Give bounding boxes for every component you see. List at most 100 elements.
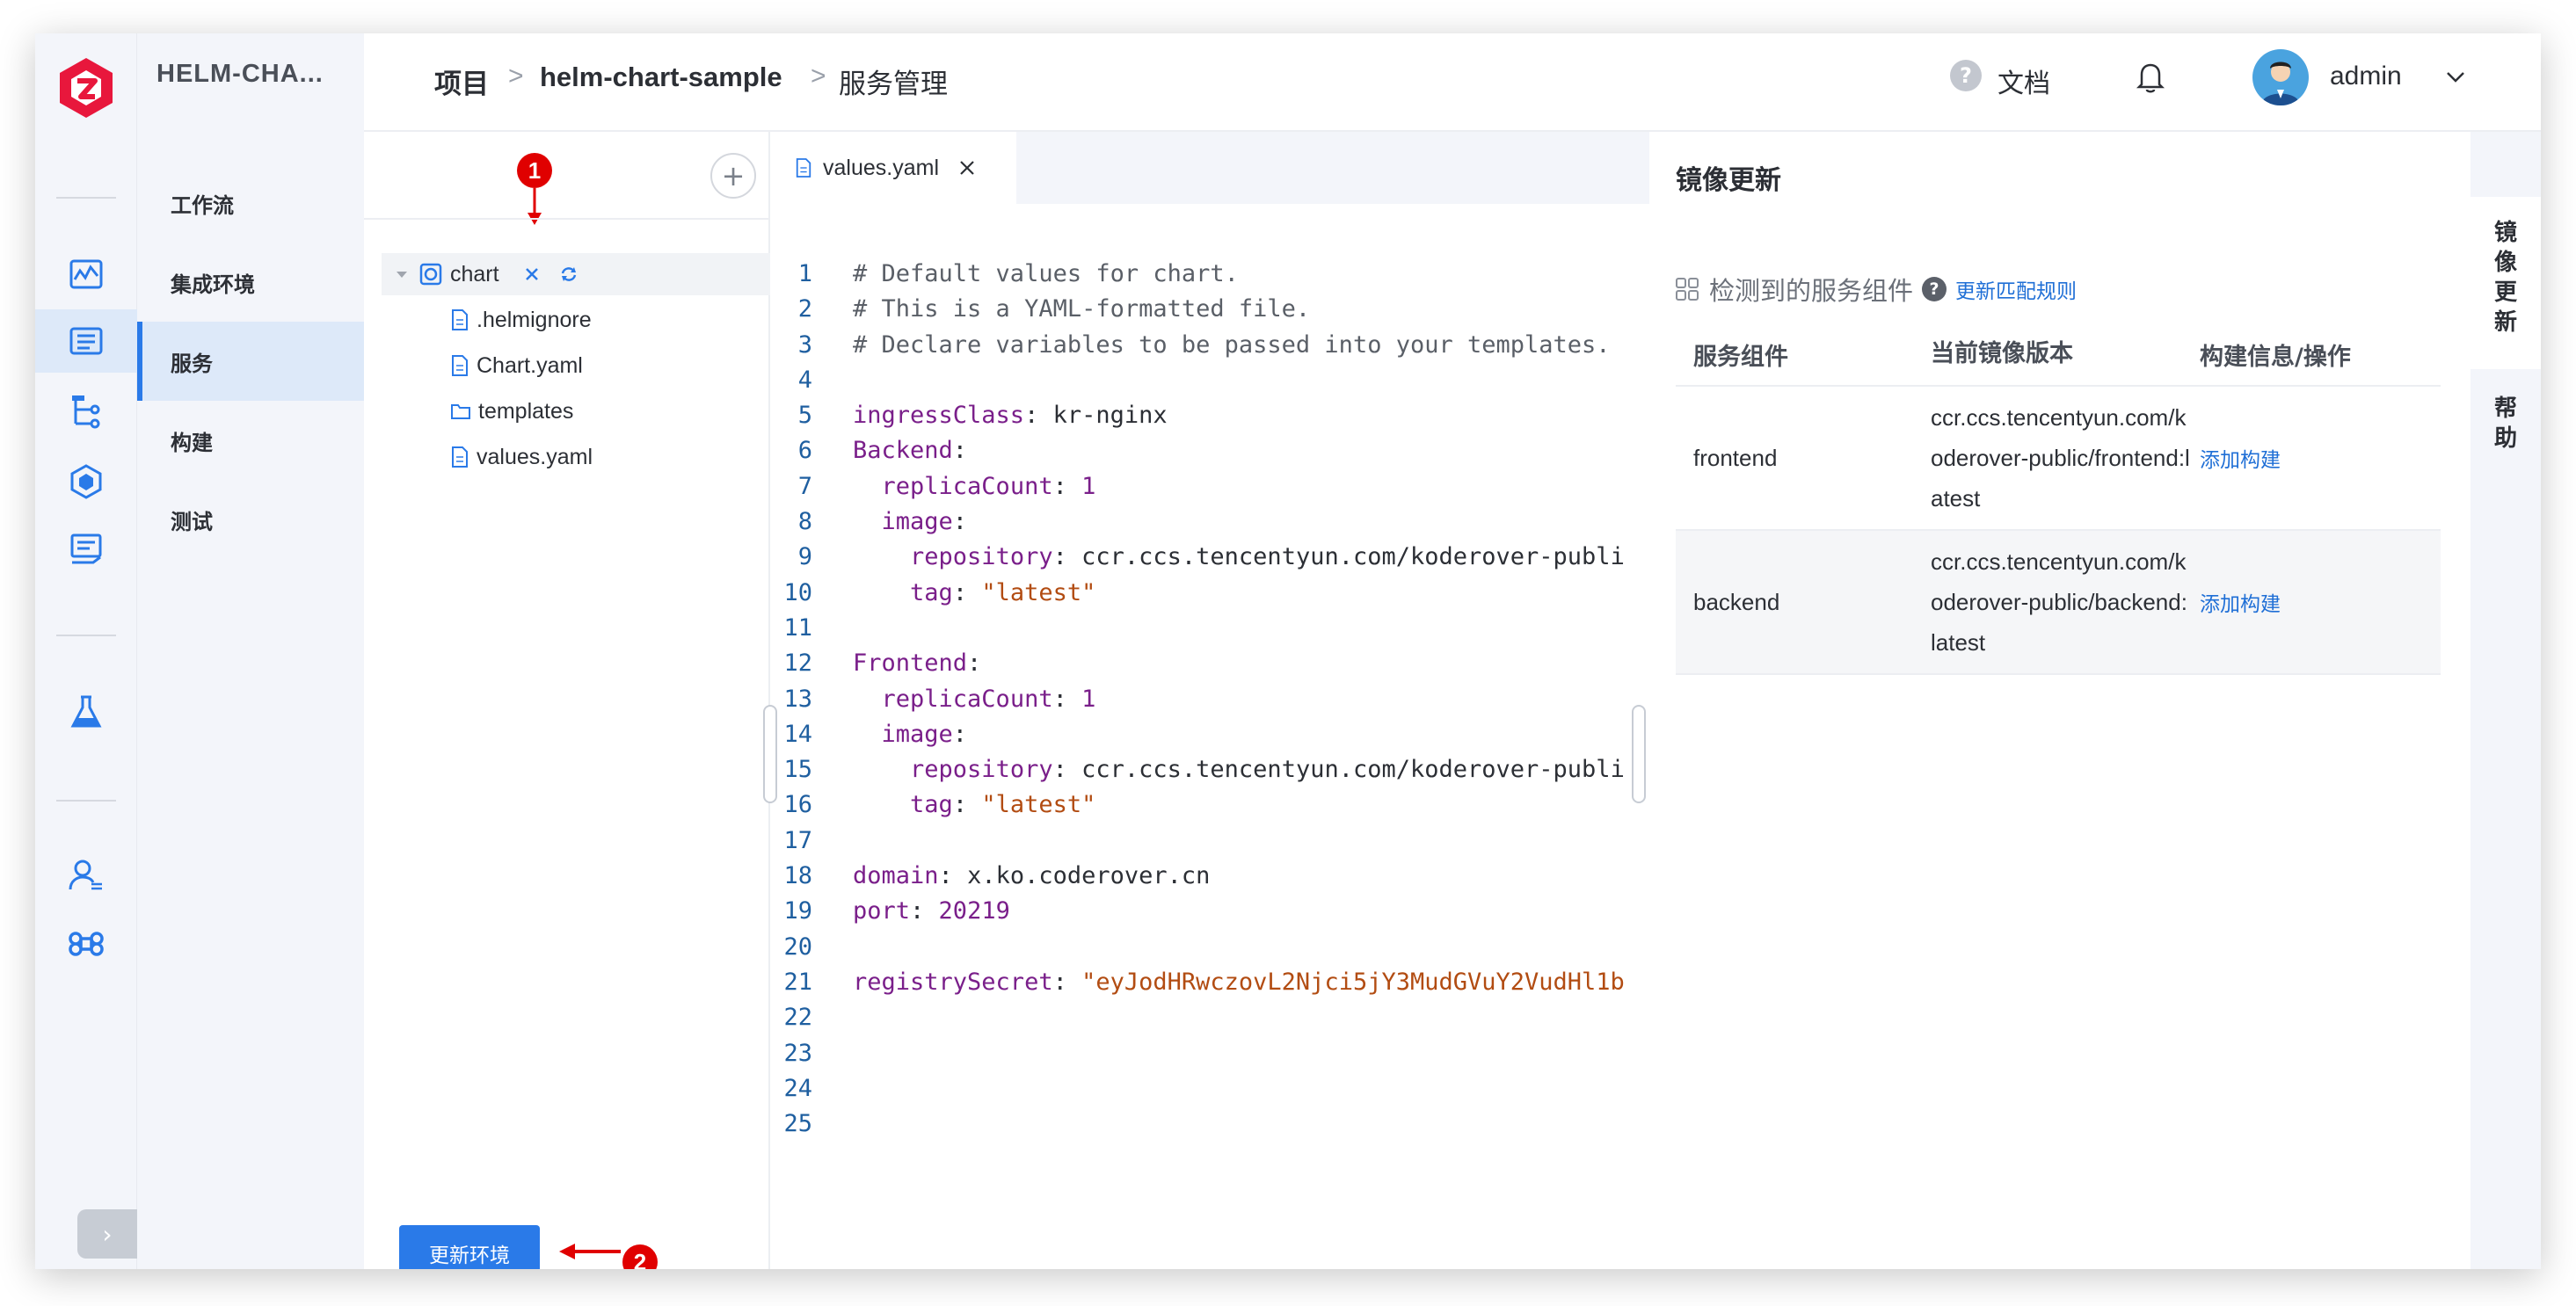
rail-item-delivery[interactable] — [35, 519, 137, 582]
update-rule-link[interactable]: 更新匹配规则 — [1955, 274, 2077, 304]
code-line[interactable]: 19 port: 20219 — [770, 894, 1649, 929]
delivery-icon — [70, 533, 102, 564]
line-number: 14 — [783, 720, 812, 748]
avatar[interactable] — [2252, 49, 2309, 105]
line-content: # Declare variables to be passed into yo… — [853, 330, 1611, 359]
line-content: repository: ccr.ccs.tencentyun.com/koder… — [910, 543, 1625, 571]
line-number: 24 — [783, 1074, 812, 1102]
nav-item-build[interactable]: 构建 — [137, 401, 364, 480]
tree-folder[interactable]: templates — [450, 390, 573, 432]
chevron-down-icon[interactable] — [2442, 63, 2469, 90]
nav-item-services[interactable]: 服务 — [137, 322, 364, 401]
code-line[interactable]: 8 image: — [770, 504, 1649, 540]
nav-item-workflow[interactable]: 工作流 — [137, 163, 364, 243]
refresh-icon[interactable] — [559, 265, 579, 284]
table-row: backend ccr.ccs.tencentyun.com/koderover… — [1676, 531, 2441, 675]
code-line[interactable]: 25 — [770, 1106, 1649, 1142]
tree-root-chart[interactable]: chart — [382, 253, 770, 295]
tab-values-yaml[interactable]: values.yaml — [770, 132, 1016, 204]
code-line[interactable]: 10 tag: "latest" — [770, 576, 1649, 611]
code-line[interactable]: 4 — [770, 363, 1649, 398]
code-line[interactable]: 16 tag: "latest" — [770, 787, 1649, 823]
code-line[interactable]: 5 ingressClass: kr-nginx — [770, 398, 1649, 433]
add-build-link[interactable]: 添加构建 — [2191, 587, 2441, 617]
tree-file[interactable]: .helmignore — [450, 299, 592, 341]
resize-handle-right[interactable] — [1632, 705, 1646, 803]
code-line[interactable]: 17 — [770, 824, 1649, 859]
rail-divider — [56, 197, 116, 199]
file-icon — [452, 446, 468, 468]
nav-item-environments[interactable]: 集成环境 — [137, 243, 364, 322]
code-line[interactable]: 13 replicaCount: 1 — [770, 682, 1649, 717]
code-line[interactable]: 23 — [770, 1036, 1649, 1071]
breadcrumb-projects[interactable]: 项目 — [434, 62, 489, 101]
code-line[interactable]: 11 — [770, 611, 1649, 646]
bell-icon[interactable] — [2131, 58, 2170, 97]
expand-sidebar-button[interactable]: › — [77, 1209, 137, 1259]
code-line[interactable]: 2 # This is a YAML-formatted file. — [770, 292, 1649, 327]
line-content — [826, 1071, 853, 1106]
tab-help[interactable]: 帮助 — [2470, 383, 2541, 480]
code-line[interactable]: 18 domain: x.ko.coderover.cn — [770, 859, 1649, 894]
line-content: registrySecret: "eyJodHRwczovL2Njci5jY3M… — [853, 968, 1625, 996]
line-content: ingressClass: kr-nginx — [853, 402, 1168, 430]
arrow-left-icon — [559, 1244, 621, 1259]
help-icon[interactable]: ? — [1922, 277, 1947, 301]
code-line[interactable]: 15 repository: ccr.ccs.tencentyun.com/ko… — [770, 752, 1649, 787]
add-service-button[interactable]: + — [710, 153, 756, 199]
code-lines[interactable]: 1 # Default values for chart. 2 # This is a… — [770, 257, 1649, 1142]
tree-file[interactable]: values.yaml — [450, 436, 593, 478]
tab-image-update[interactable]: 镜像更新 — [2470, 197, 2541, 369]
code-line[interactable]: 7 replicaCount: 1 — [770, 469, 1649, 504]
logo-icon[interactable] — [51, 53, 121, 123]
line-content — [826, 1106, 853, 1142]
docs-link[interactable]: 文档 — [1997, 62, 2050, 100]
close-icon[interactable] — [522, 265, 542, 284]
rail-item-projects[interactable] — [35, 309, 137, 373]
code-line[interactable]: 6 Backend: — [770, 433, 1649, 468]
rail-item-dashboard[interactable] — [35, 243, 137, 306]
rail-item-tree[interactable] — [35, 380, 137, 443]
rail-item-testing[interactable] — [35, 680, 137, 744]
line-number: 15 — [783, 756, 812, 784]
code-line[interactable]: 21 registrySecret: "eyJodHRwczovL2Njci5jY… — [770, 965, 1649, 1000]
close-icon[interactable] — [957, 157, 978, 178]
side-tab-label: 镜像更新 — [2494, 220, 2518, 336]
line-content: tag: "latest" — [910, 578, 1096, 606]
code-line[interactable]: 20 — [770, 930, 1649, 965]
code-line[interactable]: 9 repository: ccr.ccs.tencentyun.com/kod… — [770, 540, 1649, 575]
nav-item-test[interactable]: 测试 — [137, 480, 364, 559]
file-tree-panel: 1 + chart .helmignore Chart.yaml templat… — [364, 132, 770, 1269]
line-content: image: — [881, 720, 968, 748]
panel-title: 镜像更新 — [1676, 165, 1781, 196]
help-icon[interactable]: ? — [1950, 60, 1982, 91]
column-header: 服务组件 — [1693, 343, 1788, 371]
side-tabs: 镜像更新 帮助 — [2470, 132, 2541, 1269]
username[interactable]: admin — [2330, 62, 2402, 91]
image-version: ccr.ccs.tencentyun.com/koderover-public/… — [1931, 404, 2190, 512]
code-line[interactable]: 1 # Default values for chart. — [770, 257, 1649, 292]
breadcrumb-project[interactable]: helm-chart-sample — [540, 62, 782, 93]
breadcrumb-separator: > — [508, 62, 524, 91]
code-line[interactable]: 12 Frontend: — [770, 646, 1649, 681]
rail-item-users[interactable] — [35, 844, 137, 907]
code-editor: values.yaml 1 # Default values for chart.… — [763, 132, 1649, 1269]
line-content — [826, 824, 853, 859]
tree-file[interactable]: Chart.yaml — [450, 345, 583, 387]
line-number: 19 — [783, 897, 812, 925]
tab-label: values.yaml — [823, 155, 939, 180]
code-line[interactable]: 14 image: — [770, 717, 1649, 752]
code-line[interactable]: 3 # Declare variables to be passed into y… — [770, 328, 1649, 363]
update-environment-button[interactable]: 更新环境 — [399, 1225, 540, 1269]
code-line[interactable]: 22 — [770, 1000, 1649, 1035]
detected-label: 检测到的服务组件 — [1709, 276, 1914, 306]
line-number: 9 — [797, 543, 812, 571]
rail-item-cube[interactable] — [35, 450, 137, 513]
add-build-link[interactable]: 添加构建 — [2191, 443, 2441, 473]
line-content: Backend: — [853, 437, 968, 465]
file-icon — [452, 355, 468, 376]
service-name: backend — [1693, 588, 1780, 615]
code-line[interactable]: 24 — [770, 1071, 1649, 1106]
caret-down-icon[interactable] — [394, 266, 410, 282]
rail-item-command[interactable] — [35, 912, 137, 976]
